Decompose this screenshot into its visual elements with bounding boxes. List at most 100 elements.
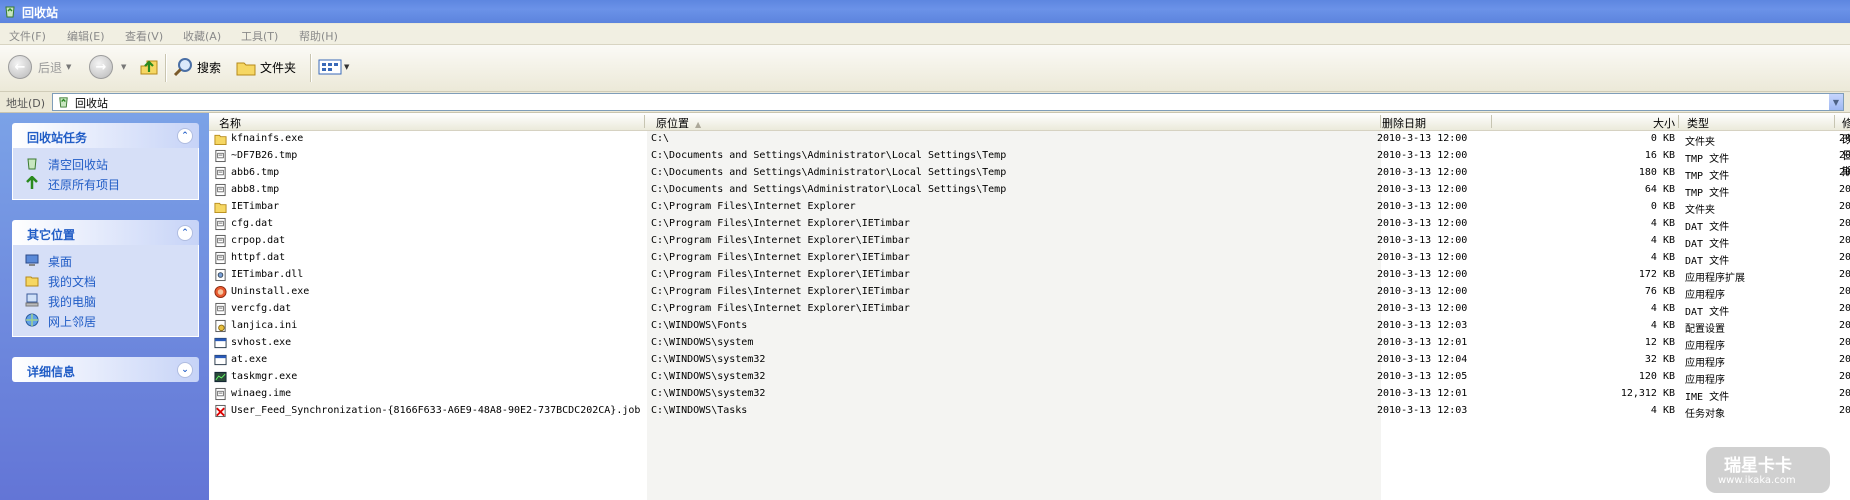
column-name[interactable]: 名称 bbox=[219, 115, 241, 131]
search-icon bbox=[173, 58, 192, 77]
chevron-down-icon[interactable]: ▼ bbox=[1829, 94, 1843, 110]
my-documents-link[interactable]: 我的文档 bbox=[13, 270, 198, 290]
date-modified: 2010-1-18 17:12 bbox=[1839, 303, 1850, 314]
back-button[interactable]: ← 后退 ▼ bbox=[8, 53, 71, 81]
file-row[interactable]: winaeg.ime C:\WINDOWS\system32 2010-3-13 1… bbox=[209, 386, 1850, 403]
panel-title: 详细信息 bbox=[27, 365, 76, 379]
restore-all-link[interactable]: 还原所有项目 bbox=[13, 173, 198, 193]
up-folder-icon bbox=[140, 60, 158, 75]
panel-header[interactable]: 详细信息 ⌄ bbox=[12, 357, 199, 382]
folder-icon bbox=[214, 134, 227, 146]
date-deleted: 2010-3-13 12:00 bbox=[1377, 133, 1468, 144]
date-deleted: 2010-3-13 12:00 bbox=[1377, 184, 1468, 195]
file-row[interactable]: svhost.exe C:\WINDOWS\system 2010-3-13 12:… bbox=[209, 335, 1850, 352]
back-arrow-icon: ← bbox=[8, 55, 32, 79]
date-modified: 2010-3-13 11:45 bbox=[1839, 150, 1850, 161]
settings-file-icon bbox=[215, 319, 226, 333]
up-folder-button[interactable] bbox=[138, 53, 160, 81]
column-date-deleted[interactable]: 删除日期 bbox=[1382, 115, 1426, 131]
menu-view[interactable]: 查看(V) bbox=[125, 28, 163, 44]
file-row[interactable]: Uninstall.exe C:\Program Files\Internet E… bbox=[209, 284, 1850, 301]
window-title: 回收站 bbox=[22, 6, 59, 20]
date-modified: 2008-4-15 2:00 bbox=[1839, 354, 1850, 365]
document-icon bbox=[215, 166, 226, 180]
column-divider[interactable] bbox=[1380, 115, 1381, 128]
address-bar: 地址(D) 回收站 ▼ bbox=[0, 92, 1850, 113]
date-modified: 2008-4-15 2:00 bbox=[1839, 371, 1850, 382]
chevron-down-icon[interactable]: ▼ bbox=[121, 63, 126, 71]
chevron-down-icon[interactable]: ▼ bbox=[344, 63, 349, 71]
menu-edit[interactable]: 编辑(E) bbox=[67, 28, 105, 44]
address-input[interactable]: 回收站 ▼ bbox=[52, 93, 1844, 111]
menu-help[interactable]: 帮助(H) bbox=[299, 28, 338, 44]
date-deleted: 2010-3-13 12:04 bbox=[1377, 354, 1468, 365]
date-modified: 2010-1-28 14:37 bbox=[1839, 269, 1850, 280]
search-button[interactable]: 搜索 bbox=[172, 53, 221, 81]
details-panel: 详细信息 ⌄ bbox=[12, 357, 199, 382]
file-row[interactable]: crpop.dat C:\Program Files\Internet Explo… bbox=[209, 233, 1850, 250]
file-name: kfnainfs.exe bbox=[231, 133, 304, 144]
column-divider[interactable] bbox=[1834, 115, 1835, 128]
file-row[interactable]: User_Feed_Synchronization-{8166F633-A6E9… bbox=[209, 403, 1850, 420]
date-modified: 2010-1-18 17:12 bbox=[1839, 218, 1850, 229]
file-size: 4 KB bbox=[1650, 405, 1675, 416]
menu-tools[interactable]: 工具(T) bbox=[241, 28, 278, 44]
folders-button[interactable]: 文件夹 bbox=[235, 53, 296, 81]
column-divider[interactable] bbox=[1491, 115, 1492, 128]
file-row[interactable]: httpf.dat C:\Program Files\Internet Explo… bbox=[209, 250, 1850, 267]
views-button[interactable]: ▼ bbox=[318, 53, 349, 81]
empty-recycle-bin-link[interactable]: 清空回收站 bbox=[13, 153, 198, 173]
date-modified: 2010-3-13 12:02 bbox=[1839, 405, 1850, 416]
date-deleted: 2010-3-13 12:00 bbox=[1377, 252, 1468, 263]
document-icon bbox=[215, 302, 226, 316]
file-row[interactable]: taskmgr.exe C:\WINDOWS\system32 2010-3-13 … bbox=[209, 369, 1850, 386]
file-row[interactable]: IETimbar C:\Program Files\Internet Explor… bbox=[209, 199, 1850, 216]
menu-favorites[interactable]: 收藏(A) bbox=[183, 28, 221, 44]
document-icon bbox=[215, 234, 226, 248]
original-location: C:\Program Files\Internet Explorer\IETim… bbox=[651, 235, 910, 246]
original-location: C:\WINDOWS\Fonts bbox=[651, 320, 748, 331]
task-label: 清空回收站 bbox=[48, 158, 109, 172]
file-name: abb8.tmp bbox=[231, 184, 280, 195]
panel-header[interactable]: 回收站任务 ⌃ bbox=[12, 123, 199, 148]
expand-icon[interactable]: ⌄ bbox=[177, 362, 193, 378]
file-row[interactable]: cfg.dat C:\Program Files\Internet Explore… bbox=[209, 216, 1850, 233]
file-row[interactable]: ~DF7B26.tmp C:\Documents and Settings\Adm… bbox=[209, 148, 1850, 165]
panel-title: 其它位置 bbox=[27, 228, 76, 242]
date-modified: 2010-3-13 11:44 bbox=[1839, 167, 1850, 178]
file-row[interactable]: IETimbar.dll C:\Program Files\Internet Ex… bbox=[209, 267, 1850, 284]
file-row[interactable]: abb6.tmp C:\Documents and Settings\Admini… bbox=[209, 165, 1850, 182]
file-type: DAT 文件 bbox=[1685, 239, 1730, 250]
collapse-icon[interactable]: ⌃ bbox=[177, 225, 193, 241]
date-deleted: 2010-3-13 12:00 bbox=[1377, 269, 1468, 280]
my-computer-link[interactable]: 我的电脑 bbox=[13, 290, 198, 310]
file-size: 76 KB bbox=[1644, 286, 1675, 297]
file-size: 4 KB bbox=[1650, 235, 1675, 246]
column-original-location[interactable]: 原位置 ▲ bbox=[656, 115, 701, 131]
panel-header[interactable]: 其它位置 ⌃ bbox=[12, 220, 199, 245]
file-row[interactable]: at.exe C:\WINDOWS\system32 2010-3-13 12:04… bbox=[209, 352, 1850, 369]
column-divider[interactable] bbox=[1678, 115, 1679, 128]
column-type[interactable]: 类型 bbox=[1687, 115, 1709, 131]
file-row[interactable]: abb8.tmp C:\Documents and Settings\Admini… bbox=[209, 182, 1850, 199]
menu-file[interactable]: 文件(F) bbox=[9, 28, 46, 44]
chevron-down-icon[interactable]: ▼ bbox=[66, 63, 71, 71]
column-size[interactable]: 大小 bbox=[1609, 115, 1675, 131]
application-icon bbox=[214, 354, 227, 366]
file-row[interactable]: lanjica.ini C:\WINDOWS\Fonts 2010-3-13 12:… bbox=[209, 318, 1850, 335]
original-location: C:\Program Files\Internet Explorer\IETim… bbox=[651, 286, 910, 297]
file-row[interactable]: vercfg.dat C:\Program Files\Internet Expl… bbox=[209, 301, 1850, 318]
original-location: C:\WINDOWS\system32 bbox=[651, 371, 766, 382]
network-places-link[interactable]: 网上邻居 bbox=[13, 310, 198, 330]
column-divider[interactable] bbox=[644, 115, 645, 128]
restore-icon bbox=[26, 176, 38, 189]
my-documents-icon bbox=[25, 276, 39, 287]
document-icon bbox=[215, 387, 226, 401]
original-location: C:\Documents and Settings\Administrator\… bbox=[651, 167, 1007, 178]
file-name: Uninstall.exe bbox=[231, 286, 310, 297]
desktop-link[interactable]: 桌面 bbox=[13, 250, 198, 270]
recycle-bin-icon bbox=[27, 158, 37, 170]
collapse-icon[interactable]: ⌃ bbox=[177, 128, 193, 144]
file-row[interactable]: kfnainfs.exe C:\ 2010-3-13 12:00 0 KB 文件夹 201… bbox=[209, 131, 1850, 148]
forward-button[interactable]: → ▼ bbox=[89, 53, 126, 81]
